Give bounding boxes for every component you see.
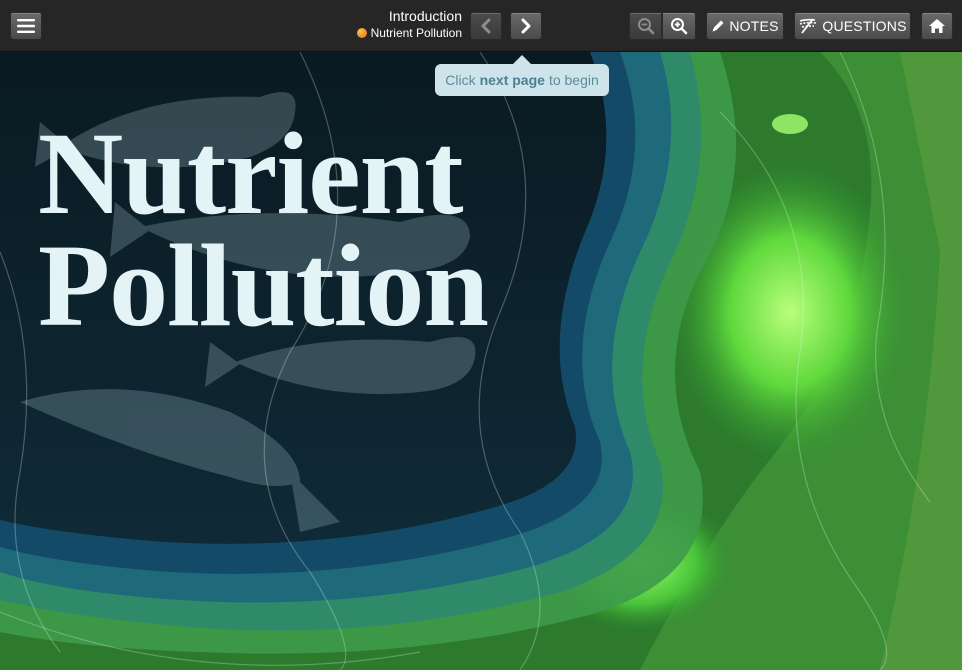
book-icon — [356, 28, 367, 38]
hint-emphasis: next page — [479, 72, 545, 88]
chevron-right-icon — [521, 18, 531, 34]
zoom-out-button[interactable] — [629, 12, 662, 40]
menu-button[interactable] — [10, 12, 42, 40]
hamburger-menu-icon — [17, 19, 35, 33]
cover-title: Nutrient Pollution — [38, 108, 489, 351]
next-page-button[interactable] — [510, 12, 542, 40]
book-page: Click next page to begin Nutrient Pollut… — [0, 52, 962, 670]
notes-label: NOTES — [729, 18, 779, 34]
previous-page-button[interactable] — [470, 12, 502, 40]
questions-label: QUESTIONS — [822, 18, 907, 34]
questions-button[interactable]: QUESTIONS — [794, 12, 911, 40]
hint-prefix: Click — [445, 72, 476, 88]
zoom-in-icon — [671, 18, 688, 35]
questions-icon — [800, 18, 817, 34]
notes-button[interactable]: NOTES — [706, 12, 784, 40]
top-toolbar: Introduction Nutrient Pollution NOTES QU… — [0, 0, 962, 52]
zoom-in-button[interactable] — [662, 12, 696, 40]
book-title-label: Nutrient Pollution — [370, 26, 462, 40]
hint-suffix: to begin — [548, 72, 599, 88]
cover-title-line-2: Pollution — [38, 220, 489, 351]
book-title: Nutrient Pollution — [356, 25, 462, 41]
chevron-left-icon — [481, 18, 491, 34]
home-button[interactable] — [921, 12, 953, 40]
chapter-title: Introduction — [388, 8, 462, 24]
chapter-title-block: Introduction Nutrient Pollution — [356, 8, 462, 41]
home-icon — [929, 19, 945, 33]
pencil-icon — [712, 20, 724, 32]
next-page-hint-tooltip: Click next page to begin — [435, 55, 609, 96]
cover-title-line-1: Nutrient — [38, 108, 464, 239]
zoom-out-icon — [637, 18, 654, 35]
